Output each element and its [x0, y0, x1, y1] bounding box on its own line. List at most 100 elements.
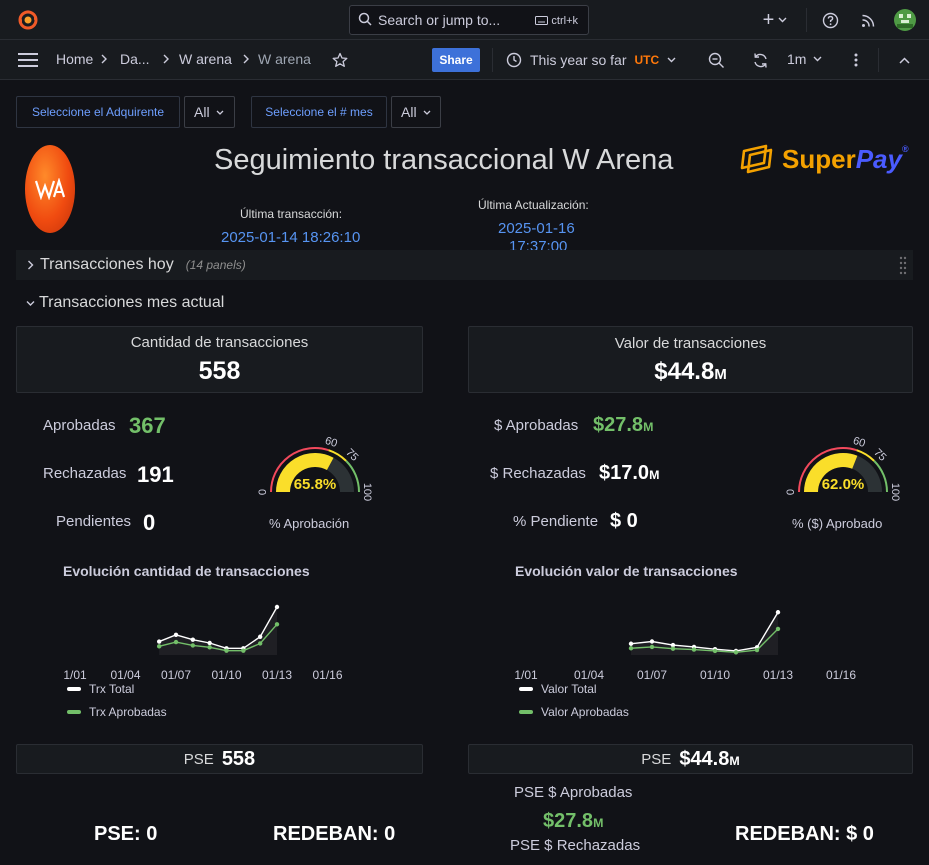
gauge-tick-label: 60 — [851, 435, 866, 450]
breadcrumb-home[interactable]: Home — [56, 51, 93, 67]
user-avatar[interactable] — [894, 9, 916, 31]
variable-value: All — [401, 104, 417, 120]
amount-unit: M — [593, 816, 604, 830]
pending-count: 0 — [143, 510, 156, 535]
data-point — [775, 626, 781, 632]
amount-number: $27.8 — [543, 810, 594, 832]
last-transaction-label: Última transacción: — [240, 207, 343, 221]
gauge-label: % ($) Aprobado — [792, 516, 883, 531]
zoom-out-icon[interactable] — [706, 50, 726, 70]
variable-label-adquirente: Seleccione el Adquirente — [16, 96, 180, 128]
pse-value: 558 — [221, 747, 256, 770]
stat-number: $44.8 — [654, 358, 715, 385]
approved-amount-label: $ Aprobadas — [494, 417, 579, 434]
data-point — [775, 610, 781, 615]
legend-swatch — [519, 687, 533, 691]
collapse-chevron-up-icon[interactable] — [894, 50, 914, 70]
shortcut-hint: ctrl+k — [531, 12, 582, 29]
panel-cantidad-transacciones[interactable]: Cantidad de transacciones 558 — [16, 326, 423, 393]
legend-swatch — [67, 710, 81, 714]
gauge-value-text: 62.0% — [822, 476, 865, 493]
data-point — [257, 641, 263, 646]
timeseries-cantidad[interactable]: 1/01 01/04 01/07 01/10 01/13 01/16 — [40, 585, 370, 685]
redeban-amount-stat: REDEBAN: $ 0 — [735, 823, 874, 845]
top-bar: Search or jump to... ctrl+k + — [0, 0, 929, 40]
panel-pse-amount[interactable]: PSE $44.8M — [468, 744, 913, 774]
rejected-amount: $17.0M — [599, 462, 659, 485]
breadcrumb-dashboards[interactable]: Da... — [120, 51, 150, 67]
amount-number: $44.8 — [679, 747, 730, 770]
legend-swatch — [519, 710, 533, 714]
data-point — [754, 647, 760, 653]
rejected-label: Rechazadas — [43, 465, 127, 482]
data-point — [670, 646, 676, 651]
stat-value-total-count: 558 — [198, 357, 241, 385]
pending-amount: $ 0 — [610, 510, 638, 532]
menu-icon[interactable] — [16, 50, 40, 70]
share-button[interactable]: Share — [432, 48, 480, 72]
row-transacciones-mes-actual[interactable]: Transacciones mes actual — [16, 288, 913, 318]
amount-unit: M — [643, 420, 654, 434]
star-icon[interactable] — [330, 50, 350, 70]
refresh-icon[interactable] — [750, 50, 770, 70]
panel-valor-transacciones[interactable]: Valor de transacciones $44.8M — [468, 326, 913, 393]
amount-unit: M — [649, 468, 660, 482]
approved-amount: $27.8M — [593, 414, 653, 437]
data-point — [628, 646, 634, 651]
data-point — [190, 643, 196, 648]
variable-select-adquirente[interactable]: All — [184, 96, 235, 128]
plus-icon: + — [762, 8, 775, 31]
panel-pse-count[interactable]: PSE 558 — [16, 744, 423, 774]
breadcrumb-folder[interactable]: W arena — [179, 51, 232, 67]
legend-item[interactable]: Valor Total — [519, 682, 597, 696]
add-new-button[interactable]: + — [758, 8, 792, 32]
data-point — [156, 644, 162, 649]
breadcrumb-separator — [162, 51, 170, 67]
gauge-aprobado-monto: 0607510062.0% — [785, 435, 901, 501]
chevron-right-icon — [101, 54, 107, 64]
chart-title: Evolución valor de transacciones — [515, 563, 738, 579]
legend-item[interactable]: Trx Total — [67, 682, 134, 696]
more-options-icon[interactable] — [846, 50, 866, 70]
panel-title: Cantidad de transacciones — [130, 334, 309, 351]
data-point — [691, 647, 697, 652]
pse-value: $44.8M — [679, 748, 739, 771]
search-input[interactable]: Search or jump to... ctrl+k — [349, 5, 589, 35]
panel-title: Valor de transacciones — [614, 335, 767, 352]
timeseries-valor[interactable]: 1/01 01/04 01/07 01/10 01/13 01/16 — [492, 585, 872, 685]
variable-value: All — [194, 104, 210, 120]
variable-select-mes[interactable]: All — [391, 96, 441, 128]
gauge-label: % Aprobación — [269, 516, 350, 531]
refresh-interval-picker[interactable]: 1m — [787, 51, 822, 67]
rejected-amount-label: $ Rechazadas — [490, 465, 586, 482]
gauge-aprobacion: 0607510065.8% — [257, 435, 373, 501]
help-icon[interactable] — [818, 8, 842, 32]
amount-unit: M — [729, 753, 740, 768]
rss-news-icon[interactable] — [856, 8, 880, 32]
chevron-down-icon — [813, 56, 822, 62]
drag-handle-icon[interactable] — [899, 255, 907, 280]
data-point — [712, 648, 718, 654]
superpay-logo: SuperPay® — [740, 143, 909, 175]
legend-item[interactable]: Trx Aprobadas — [67, 705, 167, 719]
legend-label: Valor Aprobadas — [541, 705, 629, 719]
row-title: Transacciones mes actual — [39, 294, 225, 311]
grafana-logo-icon[interactable] — [16, 8, 40, 32]
x-tick-label: 1/01 — [514, 668, 538, 682]
chevron-right-icon — [163, 54, 169, 64]
data-point — [173, 632, 179, 638]
row-transacciones-hoy[interactable]: Transacciones hoy (14 panels) — [16, 250, 913, 280]
data-point — [733, 650, 739, 655]
superpay-wordmark: SuperPay® — [782, 144, 909, 175]
legend-item[interactable]: Valor Aprobadas — [519, 705, 629, 719]
data-point — [173, 639, 179, 645]
data-point — [190, 637, 196, 642]
gauge-value-text: 65.8% — [294, 476, 337, 493]
search-icon — [358, 12, 372, 29]
chevron-down-icon — [423, 110, 431, 115]
gauge-tick-label: 0 — [257, 489, 269, 495]
superpay-word-pay: Pay — [855, 143, 902, 174]
pse-label: PSE — [641, 750, 672, 768]
time-picker-button[interactable]: This year so far UTC — [506, 49, 676, 71]
row-title: Transacciones hoy — [40, 256, 174, 273]
